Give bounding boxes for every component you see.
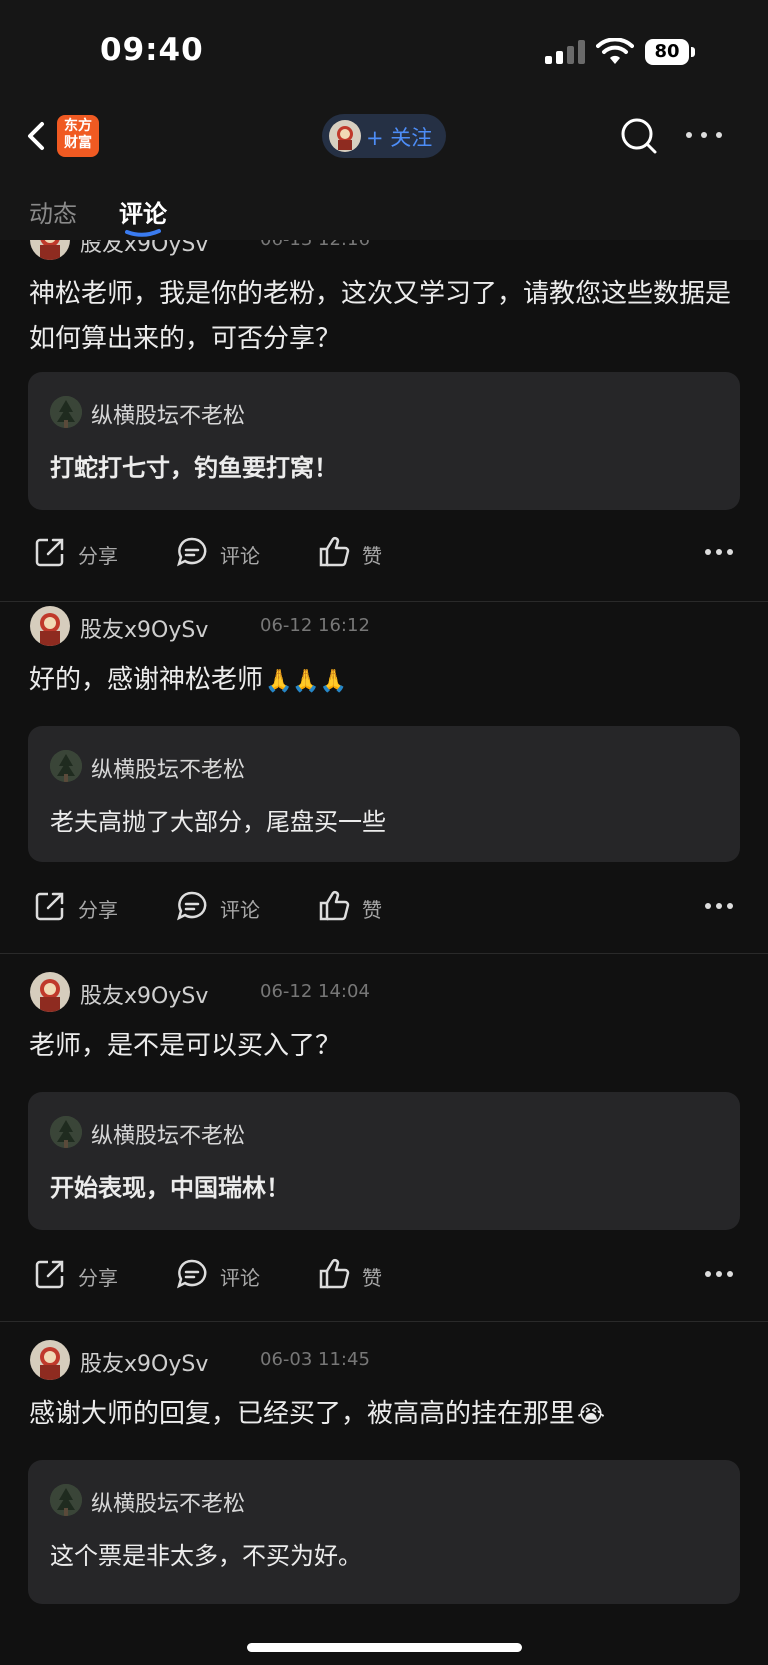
share-icon: [35, 892, 64, 921]
more-horizontal-icon[interactable]: [705, 903, 735, 911]
reply-text: 开始表现，中国瑞林！: [50, 1174, 290, 1202]
nav-bar: 东方 财富 + 关注: [0, 100, 768, 172]
thumbs-up-icon: [319, 537, 350, 567]
search-icon[interactable]: [619, 116, 659, 156]
comment-header: 股友x9OySv 06-13 12:16: [30, 240, 730, 260]
logo-line-1: 东方: [64, 118, 92, 134]
username[interactable]: 股友x9OySv: [80, 1346, 208, 1378]
reply-avatar: [50, 1116, 82, 1148]
action-bar: 分享 评论 赞: [0, 1254, 768, 1294]
comment-text-row: 好的，感谢神松老师🙏🙏🙏: [29, 658, 744, 704]
avatar[interactable]: [30, 240, 70, 260]
reply-avatar: [50, 396, 82, 428]
reply-text: 打蛇打七寸，钓鱼要打窝！: [50, 454, 338, 482]
username[interactable]: 股友x9OySv: [80, 978, 208, 1010]
tab-dynamic[interactable]: 动态: [29, 194, 77, 229]
comment-header: 股友x9OySv 06-12 16:12: [30, 606, 730, 646]
comment-text: 老师，是不是可以买入了？: [29, 1031, 342, 1061]
follow-label: + 关注: [366, 126, 433, 150]
divider: [0, 953, 768, 954]
comment-text: 感谢大师的回复，已经买了，被高高的挂在那里: [29, 1399, 576, 1429]
logo-line-2: 财富: [64, 135, 92, 151]
share-label: 分享: [78, 1266, 118, 1290]
cellular-signal-icon: [545, 40, 587, 64]
comment-datetime: 06-12 16:12: [260, 615, 370, 636]
action-bar: 分享 评论 赞: [0, 532, 768, 572]
reply-card[interactable]: 纵横股坛不老松 老夫高抛了大部分，尾盘买一些: [28, 726, 740, 862]
battery-tip: [691, 47, 695, 57]
avatar[interactable]: [30, 606, 70, 646]
tab-bar: 动态 评论: [0, 172, 768, 240]
chevron-left-icon[interactable]: [22, 116, 52, 156]
comment-text-row: 感谢大师的回复，已经买了，被高高的挂在那里😭: [29, 1392, 744, 1437]
reply-author[interactable]: 纵横股坛不老松: [91, 398, 245, 430]
status-bar: 09:40 80: [0, 0, 768, 100]
tab-active-indicator: [125, 229, 161, 237]
comment-label: 评论: [220, 898, 260, 922]
comment-header: 股友x9OySv 06-03 11:45: [30, 1340, 730, 1380]
reply-author[interactable]: 纵横股坛不老松: [91, 752, 245, 784]
username[interactable]: 股友x9OySv: [80, 612, 208, 644]
comment-header: 股友x9OySv 06-12 14:04: [30, 972, 730, 1012]
wifi-icon: [596, 38, 634, 64]
like-label: 赞: [362, 544, 382, 568]
comment-text: 好的，感谢神松老师: [29, 665, 264, 695]
share-button[interactable]: 分享: [34, 1254, 124, 1294]
divider: [0, 601, 768, 602]
avatar[interactable]: [30, 972, 70, 1012]
reply-text: 这个票是非太多，不买为好。: [50, 1542, 362, 1570]
app-logo: 东方 财富: [57, 115, 99, 157]
like-label: 赞: [362, 1266, 382, 1290]
divider: [0, 1321, 768, 1322]
comment-label: 评论: [220, 544, 260, 568]
username[interactable]: 股友x9OySv: [80, 240, 208, 258]
comment-bubble-icon: [177, 891, 207, 921]
comment-text: 神松老师，我是你的老粉，这次又学习了，请教您这些数据是如何算出来的，可否分享？: [29, 279, 732, 354]
reply-card[interactable]: 纵横股坛不老松 打蛇打七寸，钓鱼要打窝！: [28, 372, 740, 510]
like-button[interactable]: 赞: [318, 1254, 398, 1294]
comment-bubble-icon: [177, 1259, 207, 1289]
like-button[interactable]: 赞: [318, 886, 398, 926]
home-indicator[interactable]: [247, 1643, 522, 1652]
reply-card[interactable]: 纵横股坛不老松 这个票是非太多，不买为好。: [28, 1460, 740, 1604]
share-icon: [35, 538, 64, 567]
status-time: 09:40: [100, 32, 204, 68]
reply-avatar: [50, 750, 82, 782]
share-button[interactable]: 分享: [34, 532, 124, 572]
reply-avatar: [50, 1484, 82, 1516]
share-label: 分享: [78, 898, 118, 922]
follow-avatar: [329, 120, 361, 152]
share-label: 分享: [78, 544, 118, 568]
comment-button[interactable]: 评论: [176, 1254, 266, 1294]
comment-datetime: 06-03 11:45: [260, 1349, 370, 1370]
share-button[interactable]: 分享: [34, 886, 124, 926]
comment-button[interactable]: 评论: [176, 532, 266, 572]
action-bar: 分享 评论 赞: [0, 886, 768, 926]
crying-face-emoji: 😭: [577, 1400, 606, 1428]
comment-datetime: 06-13 12:16: [260, 240, 370, 250]
avatar[interactable]: [30, 1340, 70, 1380]
like-button[interactable]: 赞: [318, 532, 398, 572]
follow-button[interactable]: + 关注: [322, 114, 446, 158]
tab-comments[interactable]: 评论: [119, 194, 167, 229]
reply-card[interactable]: 纵横股坛不老松 开始表现，中国瑞林！: [28, 1092, 740, 1230]
folded-hands-emoji: 🙏🙏🙏: [265, 669, 348, 694]
comment-button[interactable]: 评论: [176, 886, 266, 926]
comment-label: 评论: [220, 1266, 260, 1290]
more-horizontal-icon[interactable]: [684, 132, 724, 140]
comment-feed: 股友x9OySv 06-13 12:16 神松老师，我是你的老粉，这次又学习了，…: [0, 240, 768, 1665]
more-horizontal-icon[interactable]: [705, 549, 735, 557]
reply-text: 老夫高抛了大部分，尾盘买一些: [50, 808, 386, 836]
more-horizontal-icon[interactable]: [705, 1271, 735, 1279]
like-label: 赞: [362, 898, 382, 922]
comment-datetime: 06-12 14:04: [260, 981, 370, 1002]
reply-author[interactable]: 纵横股坛不老松: [91, 1118, 245, 1150]
thumbs-up-icon: [319, 1259, 350, 1289]
reply-author[interactable]: 纵横股坛不老松: [91, 1486, 245, 1518]
thumbs-up-icon: [319, 891, 350, 921]
comment-bubble-icon: [177, 537, 207, 567]
share-icon: [35, 1260, 64, 1289]
battery-level: 80: [645, 39, 689, 65]
